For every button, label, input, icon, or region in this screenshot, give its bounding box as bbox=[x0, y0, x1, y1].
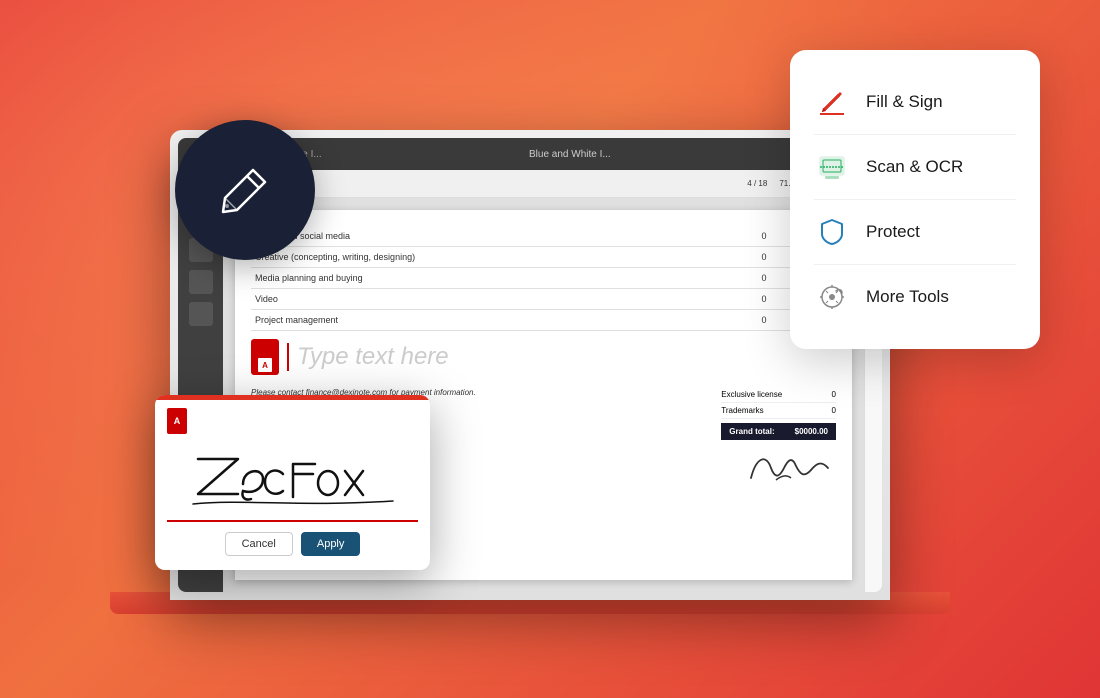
signature-image bbox=[746, 448, 836, 488]
pdf-table: Digital and social media 0 0 Creative (c… bbox=[251, 226, 836, 331]
menu-item-scan-ocr[interactable]: Scan & OCR bbox=[806, 135, 1024, 199]
pdf-type-area: A Type text here bbox=[251, 339, 836, 375]
trademarks-label: Trademarks bbox=[721, 406, 763, 415]
table-row: Media planning and buying 0 0 bbox=[251, 268, 836, 289]
exclusive-license-row: Exclusive license 0 bbox=[721, 387, 836, 403]
trademarks-row: Trademarks 0 bbox=[721, 403, 836, 419]
pen-icon bbox=[215, 160, 275, 220]
menu-item-more-tools[interactable]: More Tools bbox=[806, 265, 1024, 329]
grand-total-row: Grand total: $0000.00 bbox=[721, 423, 836, 440]
trademarks-value: 0 bbox=[832, 406, 836, 415]
protect-label: Protect bbox=[866, 222, 920, 242]
table-row: Digital and social media 0 0 bbox=[251, 226, 836, 247]
grand-total-label: Grand total: bbox=[729, 427, 774, 436]
dropdown-menu-card: Fill & Sign Scan & OCR Protect bbox=[790, 50, 1040, 349]
row-label: Media planning and buying bbox=[251, 268, 758, 289]
protect-icon bbox=[814, 214, 850, 250]
more-tools-label: More Tools bbox=[866, 287, 949, 307]
row-label: Video bbox=[251, 289, 758, 310]
signature-dialog: A Cancel Apply bbox=[155, 395, 430, 570]
table-row: Video 0 0 bbox=[251, 289, 836, 310]
signature-draw-area[interactable] bbox=[167, 438, 418, 522]
pdf-totals-section: Exclusive license 0 Trademarks 0 Grand t… bbox=[721, 387, 836, 494]
sidebar-icon-4[interactable] bbox=[189, 302, 213, 326]
row-label: Project management bbox=[251, 310, 758, 331]
table-row: Project management 0 0 bbox=[251, 310, 836, 331]
signature-dialog-buttons: Cancel Apply bbox=[167, 522, 418, 562]
signature-svg bbox=[183, 439, 403, 519]
row-label: Creative (concepting, writing, designing… bbox=[251, 247, 758, 268]
type-text-field[interactable]: Type text here bbox=[287, 343, 449, 371]
signature-cancel-button[interactable]: Cancel bbox=[225, 532, 293, 556]
pdf-signature bbox=[721, 448, 836, 494]
sidebar-icon-3[interactable] bbox=[189, 270, 213, 294]
table-row: Creative (concepting, writing, designing… bbox=[251, 247, 836, 268]
more-tools-icon bbox=[814, 279, 850, 315]
grand-total-value: $0000.00 bbox=[795, 427, 828, 436]
signature-dialog-content: A Cancel Apply bbox=[155, 400, 430, 570]
row-label: Digital and social media bbox=[251, 226, 758, 247]
acrobat-logo-circle bbox=[175, 120, 315, 260]
signature-apply-button[interactable]: Apply bbox=[301, 532, 361, 556]
exclusive-license-label: Exclusive license bbox=[721, 390, 782, 399]
scan-ocr-icon bbox=[814, 149, 850, 185]
window-title: Blue and White I... bbox=[328, 149, 812, 160]
menu-item-protect[interactable]: Protect bbox=[806, 200, 1024, 264]
signature-acrobat-icon: A bbox=[167, 408, 187, 434]
scan-ocr-label: Scan & OCR bbox=[866, 157, 963, 177]
fill-sign-icon bbox=[814, 84, 850, 120]
page-info: 4 / 18 bbox=[747, 179, 767, 188]
fill-sign-label: Fill & Sign bbox=[866, 92, 943, 112]
menu-item-fill-sign[interactable]: Fill & Sign bbox=[806, 70, 1024, 134]
acrobat-badge-icon: A bbox=[251, 339, 279, 375]
exclusive-license-value: 0 bbox=[832, 390, 836, 399]
